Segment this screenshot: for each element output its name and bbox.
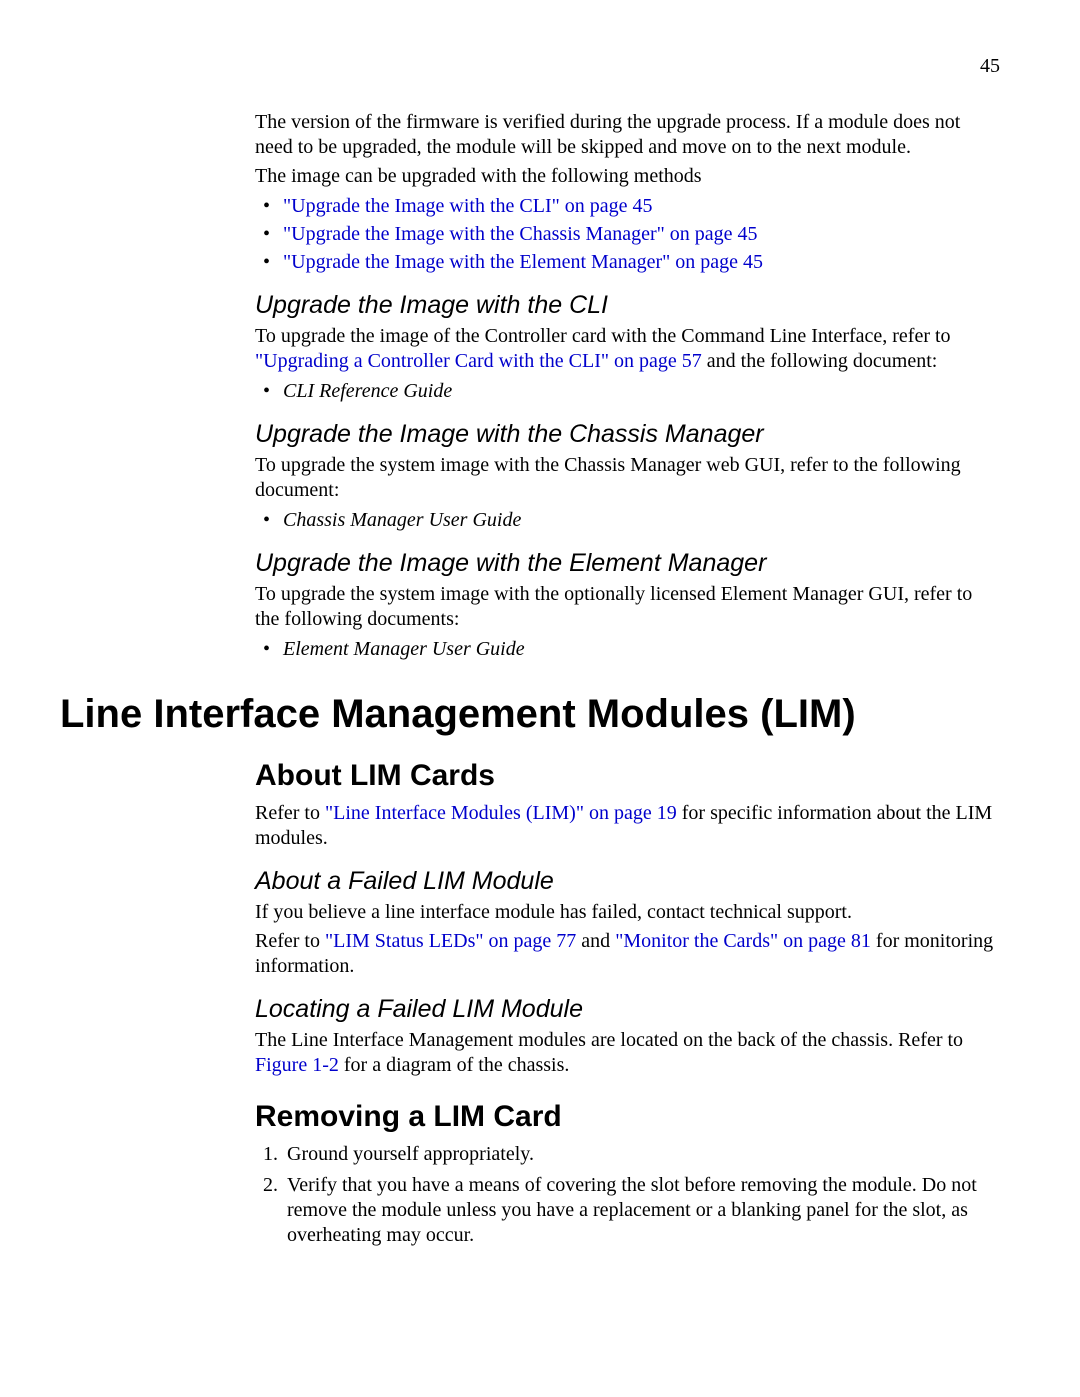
text: To upgrade the image of the Controller c…	[255, 325, 951, 347]
link-list: "Upgrade the Image with the CLI" on page…	[255, 193, 1000, 275]
page: 45 The version of the firmware is verifi…	[0, 0, 1080, 1397]
text: and the following document:	[702, 350, 938, 372]
paragraph: The image can be upgraded with the follo…	[255, 164, 1000, 189]
doc-title: CLI Reference Guide	[283, 380, 452, 402]
cross-ref-link[interactable]: "Upgrading a Controller Card with the CL…	[255, 350, 702, 372]
paragraph: Refer to "LIM Status LEDs" on page 77 an…	[255, 929, 1000, 979]
text: Refer to	[255, 930, 325, 952]
list-item: Verify that you have a means of covering…	[283, 1173, 1000, 1248]
paragraph: To upgrade the image of the Controller c…	[255, 324, 1000, 374]
text: and	[576, 930, 615, 952]
list-item: Ground yourself appropriately.	[283, 1142, 1000, 1167]
cross-ref-link[interactable]: "Monitor the Cards" on page 81	[615, 930, 871, 952]
heading-sub: About a Failed LIM Module	[255, 867, 1000, 896]
text: Refer to	[255, 802, 325, 824]
paragraph: Refer to "Line Interface Modules (LIM)" …	[255, 801, 1000, 851]
list-item: "Upgrade the Image with the CLI" on page…	[255, 193, 1000, 219]
doc-title: Element Manager User Guide	[283, 638, 525, 660]
list-item: CLI Reference Guide	[255, 378, 1000, 404]
cross-ref-link[interactable]: "Upgrade the Image with the Element Mana…	[283, 251, 763, 273]
list-item: Element Manager User Guide	[255, 636, 1000, 662]
paragraph: The version of the firmware is verified …	[255, 110, 1000, 160]
paragraph: The Line Interface Management modules ar…	[255, 1028, 1000, 1078]
cross-ref-link[interactable]: "Line Interface Modules (LIM)" on page 1…	[325, 802, 677, 824]
heading-sub: Locating a Failed LIM Module	[255, 995, 1000, 1024]
list-item: "Upgrade the Image with the Element Mana…	[255, 249, 1000, 275]
cross-ref-link[interactable]: "LIM Status LEDs" on page 77	[325, 930, 576, 952]
doc-title: Chassis Manager User Guide	[283, 509, 521, 531]
list-item: Chassis Manager User Guide	[255, 507, 1000, 533]
text: The Line Interface Management modules ar…	[255, 1029, 963, 1051]
page-number: 45	[980, 55, 1000, 78]
text: for a diagram of the chassis.	[339, 1054, 569, 1076]
doc-list: Chassis Manager User Guide	[255, 507, 1000, 533]
content-area: The version of the firmware is verified …	[255, 110, 1000, 1248]
heading-chapter: Line Interface Management Modules (LIM)	[60, 692, 1000, 737]
heading-section: Removing a LIM Card	[255, 1100, 1000, 1134]
heading-sub: Upgrade the Image with the Chassis Manag…	[255, 420, 1000, 449]
procedure-list: Ground yourself appropriately. Verify th…	[255, 1142, 1000, 1248]
paragraph: To upgrade the system image with the Cha…	[255, 453, 1000, 503]
cross-ref-link[interactable]: Figure 1-2	[255, 1054, 339, 1076]
paragraph: If you believe a line interface module h…	[255, 900, 1000, 925]
paragraph: To upgrade the system image with the opt…	[255, 582, 1000, 632]
cross-ref-link[interactable]: "Upgrade the Image with the Chassis Mana…	[283, 223, 758, 245]
heading-sub: Upgrade the Image with the CLI	[255, 291, 1000, 320]
heading-sub: Upgrade the Image with the Element Manag…	[255, 549, 1000, 578]
list-item: "Upgrade the Image with the Chassis Mana…	[255, 221, 1000, 247]
doc-list: CLI Reference Guide	[255, 378, 1000, 404]
doc-list: Element Manager User Guide	[255, 636, 1000, 662]
heading-section: About LIM Cards	[255, 759, 1000, 793]
cross-ref-link[interactable]: "Upgrade the Image with the CLI" on page…	[283, 195, 653, 217]
